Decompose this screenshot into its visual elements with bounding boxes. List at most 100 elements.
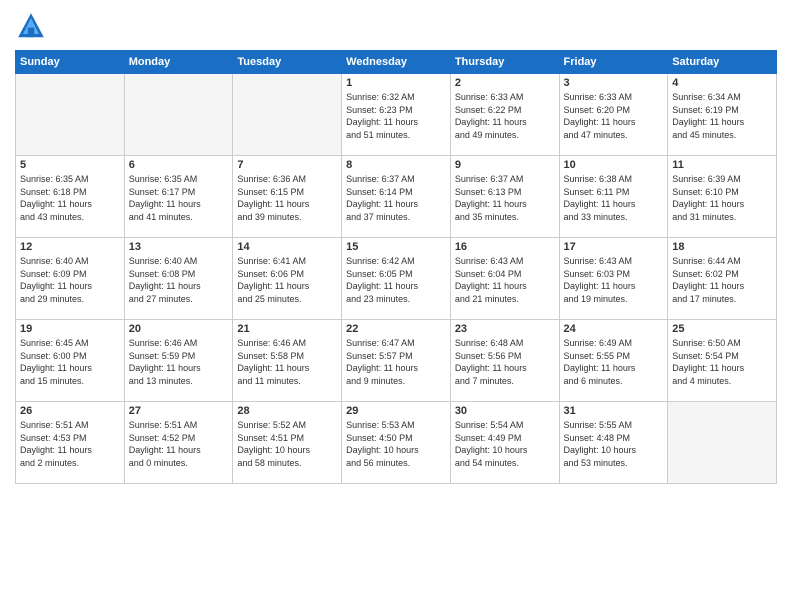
- calendar-cell: 6Sunrise: 6:35 AM Sunset: 6:17 PM Daylig…: [124, 156, 233, 238]
- weekday-header-thursday: Thursday: [450, 51, 559, 74]
- calendar-cell: [124, 74, 233, 156]
- day-number: 9: [455, 159, 555, 171]
- day-number: 7: [237, 159, 337, 171]
- day-number: 13: [129, 241, 229, 253]
- calendar-cell: 18 Sunrise: 6:44 AM Sunset: 6:02 PM Dayli…: [668, 238, 777, 320]
- calendar-cell: 14 Sunrise: 6:41 AM Sunset: 6:06 PM Dayli…: [233, 238, 342, 320]
- calendar-cell: [668, 402, 777, 484]
- day-info: Sunrise: 5:51 AM Sunset: 4:52 PM Dayligh…: [129, 419, 229, 469]
- day-info: Sunrise: 6:43 AM Sunset: 6:03 PM Dayligh…: [564, 255, 664, 305]
- day-info: Sunrise: 6:33 AM Sunset: 6:22 PM Dayligh…: [455, 91, 555, 141]
- weekday-header-sunday: Sunday: [16, 51, 125, 74]
- calendar-cell: 9 Sunrise: 6:37 AM Sunset: 6:13 PM Daylig…: [450, 156, 559, 238]
- day-info: Sunrise: 6:36 AM Sunset: 6:15 PM Dayligh…: [237, 173, 337, 223]
- day-number: 14: [237, 241, 337, 253]
- day-info: Sunrise: 5:51 AM Sunset: 4:53 PM Dayligh…: [20, 419, 120, 469]
- day-number: 30: [455, 405, 555, 417]
- calendar-table: SundayMondayTuesdayWednesdayThursdayFrid…: [15, 50, 777, 484]
- calendar-cell: 29 Sunrise: 5:53 AM Sunset: 4:50 PM Dayli…: [342, 402, 451, 484]
- day-info: Sunrise: 6:49 AM Sunset: 5:55 PM Dayligh…: [564, 337, 664, 387]
- day-number: 19: [20, 323, 120, 335]
- day-number: 17: [564, 241, 664, 253]
- day-info: Sunrise: 6:34 AM Sunset: 6:19 PM Dayligh…: [672, 91, 772, 141]
- day-number: 29: [346, 405, 446, 417]
- day-info: Sunrise: 5:55 AM Sunset: 4:48 PM Dayligh…: [564, 419, 664, 469]
- day-number: 20: [129, 323, 229, 335]
- day-info: Sunrise: 6:33 AM Sunset: 6:20 PM Dayligh…: [564, 91, 664, 141]
- calendar-cell: 11 Sunrise: 6:39 AM Sunset: 6:10 PM Dayli…: [668, 156, 777, 238]
- day-info: Sunrise: 6:40 AM Sunset: 6:08 PM Dayligh…: [129, 255, 229, 305]
- calendar-cell: 25 Sunrise: 6:50 AM Sunset: 5:54 PM Dayli…: [668, 320, 777, 402]
- calendar-cell: 4 Sunrise: 6:34 AM Sunset: 6:19 PM Daylig…: [668, 74, 777, 156]
- calendar-cell: 28 Sunrise: 5:52 AM Sunset: 4:51 PM Dayli…: [233, 402, 342, 484]
- day-info: Sunrise: 6:48 AM Sunset: 5:56 PM Dayligh…: [455, 337, 555, 387]
- logo-icon: [15, 10, 47, 42]
- calendar-cell: 20 Sunrise: 6:46 AM Sunset: 5:59 PM Dayli…: [124, 320, 233, 402]
- calendar-cell: 12 Sunrise: 6:40 AM Sunset: 6:09 PM Dayli…: [16, 238, 125, 320]
- weekday-header-friday: Friday: [559, 51, 668, 74]
- day-number: 8: [346, 159, 446, 171]
- day-number: 28: [237, 405, 337, 417]
- day-number: 27: [129, 405, 229, 417]
- day-info: Sunrise: 6:39 AM Sunset: 6:10 PM Dayligh…: [672, 173, 772, 223]
- day-info: Sunrise: 6:44 AM Sunset: 6:02 PM Dayligh…: [672, 255, 772, 305]
- calendar-cell: [16, 74, 125, 156]
- day-info: Sunrise: 6:32 AM Sunset: 6:23 PM Dayligh…: [346, 91, 446, 141]
- day-number: 5: [20, 159, 120, 171]
- calendar-cell: 30Sunrise: 5:54 AM Sunset: 4:49 PM Dayli…: [450, 402, 559, 484]
- day-info: Sunrise: 6:43 AM Sunset: 6:04 PM Dayligh…: [455, 255, 555, 305]
- calendar-cell: 1 Sunrise: 6:32 AM Sunset: 6:23 PM Daylig…: [342, 74, 451, 156]
- day-number: 22: [346, 323, 446, 335]
- day-info: Sunrise: 6:35 AM Sunset: 6:18 PM Dayligh…: [20, 173, 120, 223]
- calendar-cell: 24 Sunrise: 6:49 AM Sunset: 5:55 PM Dayli…: [559, 320, 668, 402]
- calendar-cell: 5 Sunrise: 6:35 AM Sunset: 6:18 PM Daylig…: [16, 156, 125, 238]
- calendar-cell: 15 Sunrise: 6:42 AM Sunset: 6:05 PM Dayli…: [342, 238, 451, 320]
- day-number: 18: [672, 241, 772, 253]
- day-number: 25: [672, 323, 772, 335]
- day-number: 24: [564, 323, 664, 335]
- calendar-cell: 31 Sunrise: 5:55 AM Sunset: 4:48 PM Dayli…: [559, 402, 668, 484]
- day-info: Sunrise: 6:46 AM Sunset: 5:58 PM Dayligh…: [237, 337, 337, 387]
- calendar-week-1: 1 Sunrise: 6:32 AM Sunset: 6:23 PM Daylig…: [16, 74, 777, 156]
- day-number: 15: [346, 241, 446, 253]
- day-info: Sunrise: 6:40 AM Sunset: 6:09 PM Dayligh…: [20, 255, 120, 305]
- day-info: Sunrise: 6:38 AM Sunset: 6:11 PM Dayligh…: [564, 173, 664, 223]
- day-info: Sunrise: 6:46 AM Sunset: 5:59 PM Dayligh…: [129, 337, 229, 387]
- calendar-cell: 3 Sunrise: 6:33 AM Sunset: 6:20 PM Daylig…: [559, 74, 668, 156]
- calendar-week-4: 19 Sunrise: 6:45 AM Sunset: 6:00 PM Dayli…: [16, 320, 777, 402]
- day-number: 11: [672, 159, 772, 171]
- calendar-cell: 17 Sunrise: 6:43 AM Sunset: 6:03 PM Dayli…: [559, 238, 668, 320]
- day-number: 3: [564, 77, 664, 89]
- page-container: SundayMondayTuesdayWednesdayThursdayFrid…: [0, 0, 792, 494]
- calendar-week-5: 26Sunrise: 5:51 AM Sunset: 4:53 PM Dayli…: [16, 402, 777, 484]
- calendar-cell: 13 Sunrise: 6:40 AM Sunset: 6:08 PM Dayli…: [124, 238, 233, 320]
- day-number: 16: [455, 241, 555, 253]
- day-info: Sunrise: 5:52 AM Sunset: 4:51 PM Dayligh…: [237, 419, 337, 469]
- day-number: 4: [672, 77, 772, 89]
- day-number: 31: [564, 405, 664, 417]
- calendar-cell: 7 Sunrise: 6:36 AM Sunset: 6:15 PM Daylig…: [233, 156, 342, 238]
- calendar-cell: 8 Sunrise: 6:37 AM Sunset: 6:14 PM Daylig…: [342, 156, 451, 238]
- day-number: 2: [455, 77, 555, 89]
- day-info: Sunrise: 6:45 AM Sunset: 6:00 PM Dayligh…: [20, 337, 120, 387]
- day-number: 21: [237, 323, 337, 335]
- weekday-header-monday: Monday: [124, 51, 233, 74]
- day-info: Sunrise: 6:41 AM Sunset: 6:06 PM Dayligh…: [237, 255, 337, 305]
- header: [15, 10, 777, 42]
- calendar-cell: 27 Sunrise: 5:51 AM Sunset: 4:52 PM Dayli…: [124, 402, 233, 484]
- weekday-header-saturday: Saturday: [668, 51, 777, 74]
- day-number: 1: [346, 77, 446, 89]
- weekday-header-tuesday: Tuesday: [233, 51, 342, 74]
- weekday-header-row: SundayMondayTuesdayWednesdayThursdayFrid…: [16, 51, 777, 74]
- day-info: Sunrise: 6:37 AM Sunset: 6:13 PM Dayligh…: [455, 173, 555, 223]
- day-info: Sunrise: 6:37 AM Sunset: 6:14 PM Dayligh…: [346, 173, 446, 223]
- day-number: 12: [20, 241, 120, 253]
- calendar-cell: 16 Sunrise: 6:43 AM Sunset: 6:04 PM Dayli…: [450, 238, 559, 320]
- day-info: Sunrise: 5:53 AM Sunset: 4:50 PM Dayligh…: [346, 419, 446, 469]
- day-info: Sunrise: 6:42 AM Sunset: 6:05 PM Dayligh…: [346, 255, 446, 305]
- calendar-cell: [233, 74, 342, 156]
- day-number: 10: [564, 159, 664, 171]
- day-number: 23: [455, 323, 555, 335]
- weekday-header-wednesday: Wednesday: [342, 51, 451, 74]
- day-info: Sunrise: 6:50 AM Sunset: 5:54 PM Dayligh…: [672, 337, 772, 387]
